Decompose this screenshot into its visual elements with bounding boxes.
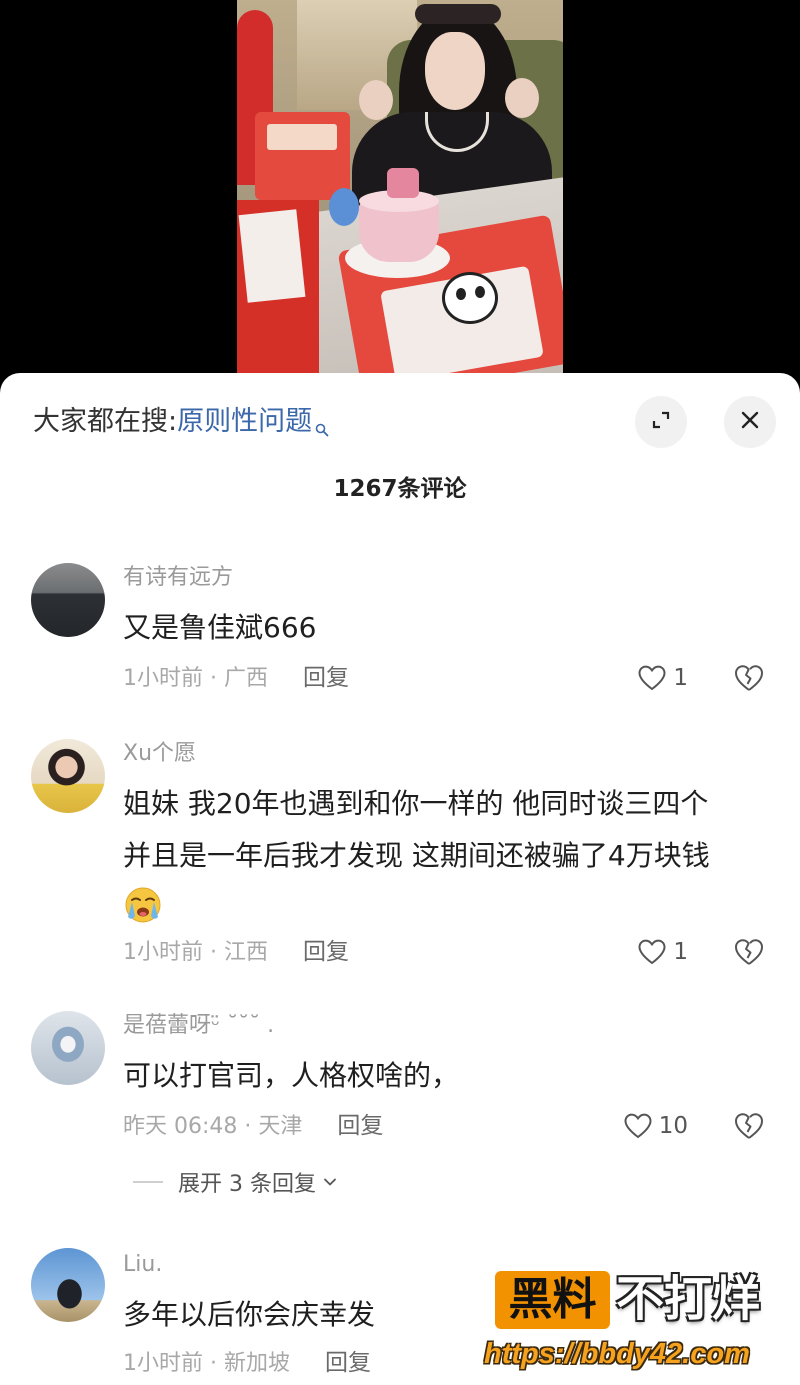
video-player[interactable] (0, 0, 800, 400)
watermark-url: https://bbdy42.com (484, 1338, 750, 1370)
close-button[interactable] (724, 396, 776, 448)
broken-heart-icon[interactable] (733, 937, 765, 967)
photo-balloon (329, 188, 359, 226)
comment-text-line: 并且是一年后我才发现 这期间还被骗了4万块钱 (123, 839, 710, 872)
photo-sign-panel (267, 124, 337, 150)
heart-icon (638, 939, 666, 965)
trending-search-term[interactable]: 原则性问题 (177, 406, 312, 437)
expand-divider (133, 1181, 163, 1183)
expand-icon (650, 409, 672, 435)
expand-button[interactable] (635, 396, 687, 448)
expand-replies-label: 展开 3 条回复 (178, 1172, 316, 1197)
avatar[interactable] (31, 739, 105, 813)
photo-panda-eye (456, 288, 466, 300)
chevron-down-icon (324, 1178, 336, 1186)
watermark-text: 不打烊 (616, 1271, 761, 1327)
comment-count: 1267条评论 (333, 476, 467, 502)
photo-girl-headband (415, 4, 501, 24)
photo-girl-right-hand (505, 78, 539, 118)
photo-white-card (238, 209, 306, 303)
broken-heart-icon[interactable] (733, 663, 765, 693)
reply-button[interactable]: 回复 (303, 939, 349, 965)
comment-item: 有诗有远方 又是鲁佳斌666 1小时前 · 广西 回复 1 (0, 563, 800, 698)
comment-text-line: 姐妹 我20年也遇到和你一样的 他同时谈三四个 (123, 787, 709, 820)
like-button[interactable]: 1 (637, 932, 688, 972)
search-icon[interactable] (315, 405, 329, 437)
video-thumbnail[interactable] (237, 0, 563, 375)
comment-body: 有诗有远方 又是鲁佳斌666 1小时前 · 广西 回复 1 (123, 563, 800, 698)
comment-time-location: 昨天 06:48 · 天津 (123, 1114, 303, 1139)
avatar[interactable] (31, 1011, 105, 1085)
comment-item: Xu个愿 姐妹 我20年也遇到和你一样的 他同时谈三四个 并且是一年后我才发现 … (0, 739, 800, 972)
trending-search-prefix: 大家都在搜: (33, 406, 178, 437)
close-icon (739, 409, 761, 435)
comment-sheet: 大家都在搜:原则性问题 1267条评论 有诗有远方 又是鲁佳斌666 1小时前 … (0, 373, 800, 1385)
heart-icon (638, 665, 666, 691)
like-button[interactable]: 10 (623, 1106, 688, 1146)
expand-replies-button[interactable]: 展开 3 条回复 (133, 1168, 337, 1197)
comment-body: 是蓓蕾呀ᵕ̈ ˘˘˘ . 可以打官司，人格权啥的， 昨天 06:48 · 天津 回… (123, 1011, 800, 1146)
like-count: 1 (673, 665, 688, 691)
like-count: 1 (673, 939, 688, 965)
broken-heart-icon[interactable] (733, 1111, 765, 1141)
comment-text-line: 又是鲁佳斌666 (123, 611, 317, 644)
comment-time-location: 1小时前 · 江西 (123, 940, 268, 965)
comment-body: Xu个愿 姐妹 我20年也遇到和你一样的 他同时谈三四个 并且是一年后我才发现 … (123, 739, 800, 972)
avatar[interactable] (31, 563, 105, 637)
comment-text[interactable]: 可以打官司，人格权啥的， (123, 1050, 800, 1102)
comment-username[interactable]: 有诗有远方 (123, 563, 800, 593)
comment-text[interactable]: 又是鲁佳斌666 (123, 602, 800, 654)
comment-time-location: 1小时前 · 新加坡 (123, 1351, 290, 1376)
comment-text-line: 可以打官司，人格权啥的， (123, 1059, 460, 1092)
avatar[interactable] (31, 1248, 105, 1322)
photo-panda-face (442, 272, 498, 324)
crying-face-emoji (125, 887, 161, 923)
comment-time-location: 1小时前 · 广西 (123, 666, 268, 691)
photo-girl-left-hand (359, 80, 393, 120)
comment-meta-row: 1小时前 · 江西 回复 1 (123, 932, 800, 972)
reply-button[interactable]: 回复 (325, 1350, 371, 1376)
comment-username[interactable]: Xu个愿 (123, 739, 800, 769)
comment-meta-row: 1小时前 · 广西 回复 1 (123, 658, 800, 698)
watermark-badge: 黑料 (495, 1271, 610, 1329)
photo-panda-eye (475, 286, 485, 298)
reply-button[interactable]: 回复 (337, 1113, 383, 1139)
like-count: 10 (658, 1113, 688, 1139)
photo-cake-topper (387, 168, 419, 198)
like-button[interactable]: 1 (637, 658, 688, 698)
watermark: 黑料 不打烊 https://bbdy42.com (482, 1268, 782, 1380)
reply-button[interactable]: 回复 (303, 665, 349, 691)
photo-girl-face (425, 32, 485, 110)
comment-emoji-line (123, 882, 800, 928)
comment-meta-row: 昨天 06:48 · 天津 回复 10 (123, 1106, 800, 1146)
comment-text[interactable]: 姐妹 我20年也遇到和你一样的 他同时谈三四个 并且是一年后我才发现 这期间还被… (123, 778, 800, 882)
comment-username[interactable]: 是蓓蕾呀ᵕ̈ ˘˘˘ . (123, 1011, 800, 1041)
trending-search-row[interactable]: 大家都在搜:原则性问题 (33, 398, 329, 446)
comment-item: 是蓓蕾呀ᵕ̈ ˘˘˘ . 可以打官司，人格权啥的， 昨天 06:48 · 天津 回… (0, 1011, 800, 1146)
heart-icon (624, 1113, 652, 1139)
